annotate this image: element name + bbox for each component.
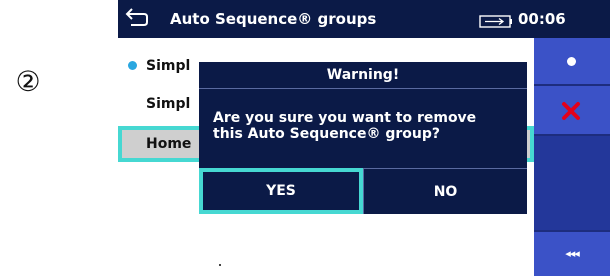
collapse-icon: ◂◂◂ — [565, 247, 580, 260]
device-screen: Auto Sequence® groups 00:06 Simpl Simpl … — [118, 0, 610, 276]
sidebar-delete-button[interactable] — [534, 86, 610, 136]
battery-plug-icon — [479, 13, 513, 28]
selected-bullet-icon — [128, 61, 137, 70]
close-icon — [560, 100, 582, 122]
dialog-title: Warning! — [199, 62, 527, 89]
sidebar-select-button[interactable] — [534, 38, 610, 86]
step-marker: ② — [15, 65, 41, 98]
clock: 00:06 — [518, 10, 566, 28]
dot-icon — [567, 57, 576, 66]
warning-dialog: Warning! Are you sure you want to remove… — [199, 62, 527, 214]
sidebar-collapse-button[interactable]: ◂◂◂ — [534, 232, 610, 276]
list-item-label: Simpl — [146, 96, 191, 112]
page-title: Auto Sequence® groups — [170, 10, 377, 28]
sidebar-empty-slot — [534, 136, 610, 232]
no-button[interactable]: NO — [363, 168, 527, 214]
yes-button[interactable]: YES — [199, 168, 363, 214]
sidebar: ◂◂◂ — [534, 38, 610, 276]
dialog-message-line: Are you sure you want to remove — [213, 110, 477, 126]
divider-dot — [219, 264, 221, 266]
dialog-message-line: this Auto Sequence® group? — [213, 126, 441, 142]
list-item-label: Home — [146, 136, 192, 152]
back-arrow-icon[interactable] — [124, 6, 150, 30]
dialog-message: Are you sure you want to remove this Aut… — [213, 110, 518, 142]
title-bar: Auto Sequence® groups 00:06 — [118, 0, 610, 38]
list-item-label: Simpl — [146, 58, 191, 74]
